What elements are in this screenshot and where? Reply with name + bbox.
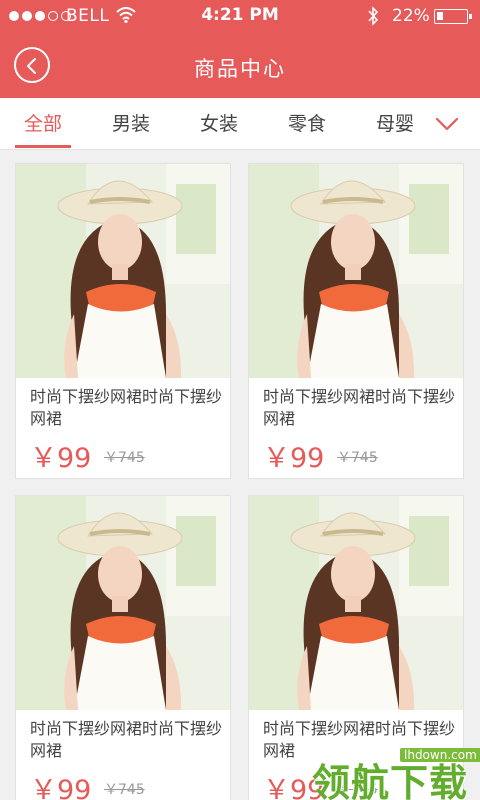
active-tab-indicator: [15, 145, 71, 148]
product-image: [16, 164, 230, 378]
product-image: [16, 496, 230, 710]
product-title: 时尚下摆纱网裙时尚下摆纱网裙: [30, 387, 223, 428]
app-screen: BELL 4:21 PM 22% 商品中心 全部 男装 女装 零食 母婴 时尚下…: [0, 0, 480, 800]
product-original-price: ￥745: [104, 782, 145, 798]
product-price: ￥99: [30, 443, 92, 474]
product-card[interactable]: 时尚下摆纱网裙时尚下摆纱网裙 ￥99 ￥745: [15, 163, 231, 479]
battery-percent: 22%: [392, 6, 430, 26]
product-title: 时尚下摆纱网裙时尚下摆纱网裙: [263, 387, 456, 428]
tab-snacks[interactable]: 零食: [279, 98, 335, 150]
battery-icon: [434, 9, 472, 24]
product-original-price: ￥745: [337, 450, 378, 466]
product-title: 时尚下摆纱网裙时尚下摆纱网裙: [30, 719, 223, 760]
product-image: [249, 164, 463, 378]
watermark-logo: 领航下载: [312, 761, 469, 800]
chevron-down-icon: [435, 117, 459, 131]
product-card[interactable]: 时尚下摆纱网裙时尚下摆纱网裙 ￥99 ￥745: [15, 495, 231, 800]
header: BELL 4:21 PM 22% 商品中心: [0, 0, 480, 98]
category-tabs: 全部 男装 女装 零食 母婴: [0, 98, 480, 150]
more-categories-button[interactable]: [432, 111, 462, 137]
page-title: 商品中心: [194, 57, 286, 81]
battery-level-fill: [437, 12, 443, 20]
status-bar: BELL 4:21 PM 22%: [0, 0, 480, 32]
bluetooth-icon: [367, 6, 379, 31]
tab-menswear[interactable]: 男装: [103, 98, 159, 150]
product-price: ￥99: [30, 775, 92, 800]
product-original-price: ￥745: [104, 450, 145, 466]
product-image: [249, 496, 463, 710]
product-price: ￥99: [263, 443, 325, 474]
tab-baby[interactable]: 母婴: [367, 98, 423, 150]
tab-all[interactable]: 全部: [15, 98, 71, 150]
tab-womenswear[interactable]: 女装: [191, 98, 247, 150]
product-card[interactable]: 时尚下摆纱网裙时尚下摆纱网裙 ￥99 ￥745: [248, 163, 464, 479]
